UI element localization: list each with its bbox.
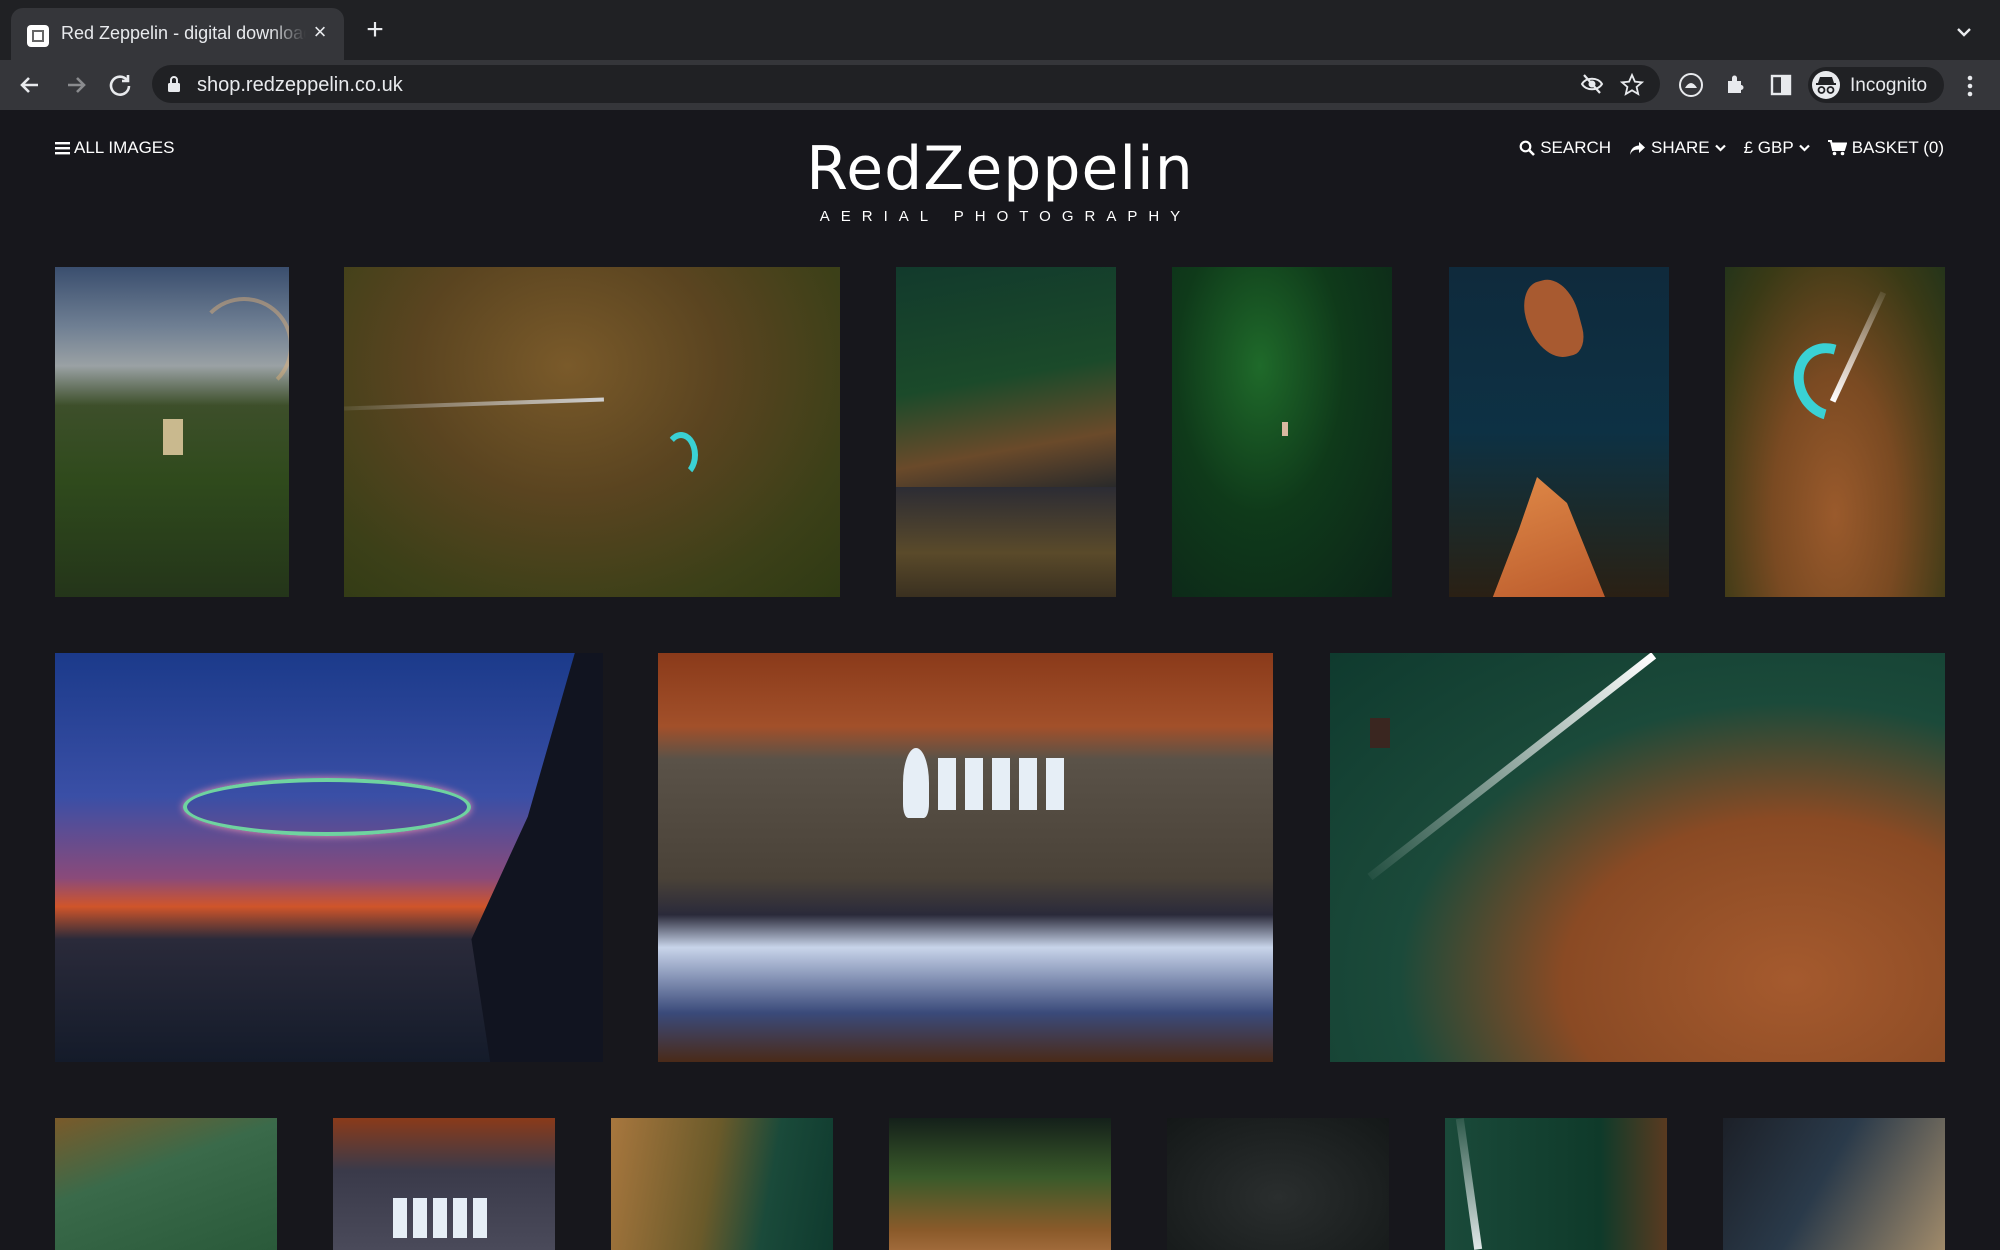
extension-circle-icon[interactable]: [1678, 72, 1704, 98]
incognito-label: Incognito: [1850, 75, 1928, 96]
browser-toolbar: shop.redzeppelin.co.uk Incognito: [0, 60, 2000, 110]
moored-boat: [1370, 718, 1390, 748]
light-ring: [183, 778, 471, 836]
basket-label: BASKET (0): [1851, 138, 1944, 157]
chevron-down-icon: [1714, 144, 1726, 152]
photo-speedboat-sandbar[interactable]: [1330, 653, 1945, 1062]
tab-title: Red Zeppelin - digital downloads: [61, 23, 306, 43]
side-panel-icon[interactable]: [1768, 72, 1794, 98]
close-tab-icon[interactable]: ×: [308, 20, 332, 44]
photo-headland[interactable]: [889, 1118, 1111, 1250]
search-label: SEARCH: [1540, 138, 1612, 157]
browser-tab-strip: Red Zeppelin - digital downloads × +: [0, 0, 2000, 60]
photo-beach-boats[interactable]: [658, 653, 1273, 1062]
browser-menu-icon[interactable]: [1960, 73, 1980, 99]
search-link[interactable]: SEARCH: [1519, 138, 1611, 158]
forward-arrow-icon[interactable]: [60, 69, 92, 101]
logo-tagline: AERIAL PHOTOGRAPHY: [819, 208, 1192, 225]
share-arrow-icon: [1630, 141, 1646, 155]
incognito-icon: [1812, 71, 1840, 99]
basket-link[interactable]: BASKET (0): [1827, 138, 1944, 158]
currency-dropdown[interactable]: £ GBP: [1744, 138, 1810, 158]
url-text[interactable]: shop.redzeppelin.co.uk: [197, 74, 403, 97]
header-nav: SEARCH SHARE £ GBP BASKET (0): [1519, 138, 1944, 158]
tracking-protection-eye-icon[interactable]: [1580, 73, 1604, 95]
photo-cliff-shadow[interactable]: [1723, 1118, 1945, 1250]
new-tab-icon[interactable]: +: [362, 15, 388, 45]
site-favicon-icon: [27, 25, 49, 47]
kite: [1779, 329, 1881, 435]
wake-trail: [344, 397, 604, 411]
photo-sand-ripples[interactable]: [611, 1118, 833, 1250]
photo-boat-wake[interactable]: [1445, 1118, 1667, 1250]
photo-castle-rainbow[interactable]: [55, 267, 289, 597]
address-bar[interactable]: shop.redzeppelin.co.uk: [152, 65, 1660, 103]
sea-stack-top: [1517, 273, 1589, 365]
cart-icon: [1827, 140, 1847, 156]
back-arrow-icon[interactable]: [14, 69, 46, 101]
kite: [664, 432, 698, 478]
speedboat-wake: [1367, 653, 1657, 881]
photo-beach-boats-small[interactable]: [333, 1118, 555, 1250]
photo-kite-sandbar[interactable]: [1725, 267, 1945, 597]
tab-search-chevron-icon[interactable]: [1954, 22, 1974, 42]
cliff-silhouette: [471, 653, 603, 1062]
reload-icon[interactable]: [104, 69, 136, 101]
chevron-down-icon: [1798, 144, 1810, 152]
sea-stack-bottom: [1489, 477, 1609, 597]
incognito-profile-button[interactable]: Incognito: [1808, 67, 1944, 103]
share-label: SHARE: [1651, 138, 1710, 157]
boat-row: [938, 758, 1068, 810]
boat-row: [393, 1198, 493, 1238]
lock-icon[interactable]: [166, 75, 182, 93]
photo-harbour-boats[interactable]: [896, 267, 1116, 597]
castle-tower: [163, 419, 183, 455]
extensions-puzzle-icon[interactable]: [1723, 72, 1749, 98]
photo-sea-stacks[interactable]: [1449, 267, 1669, 597]
photo-dark-water[interactable]: [1167, 1118, 1389, 1250]
small-boat: [1282, 422, 1288, 436]
white-boat: [903, 748, 929, 818]
harbour-buildings: [896, 487, 1116, 597]
browser-tab[interactable]: Red Zeppelin - digital downloads ×: [11, 8, 344, 60]
photo-kitesurfer-wake[interactable]: [344, 267, 840, 597]
share-dropdown[interactable]: SHARE: [1629, 138, 1726, 158]
photo-ring-sunset[interactable]: [55, 653, 603, 1062]
search-icon: [1519, 140, 1536, 156]
wake-trail: [1455, 1118, 1483, 1250]
bookmark-star-icon[interactable]: [1620, 73, 1644, 97]
photo-green-water-boat[interactable]: [1172, 267, 1392, 597]
photo-green-shallows[interactable]: [55, 1118, 277, 1250]
currency-label: £ GBP: [1743, 138, 1794, 157]
rainbow-arc: [195, 297, 289, 395]
